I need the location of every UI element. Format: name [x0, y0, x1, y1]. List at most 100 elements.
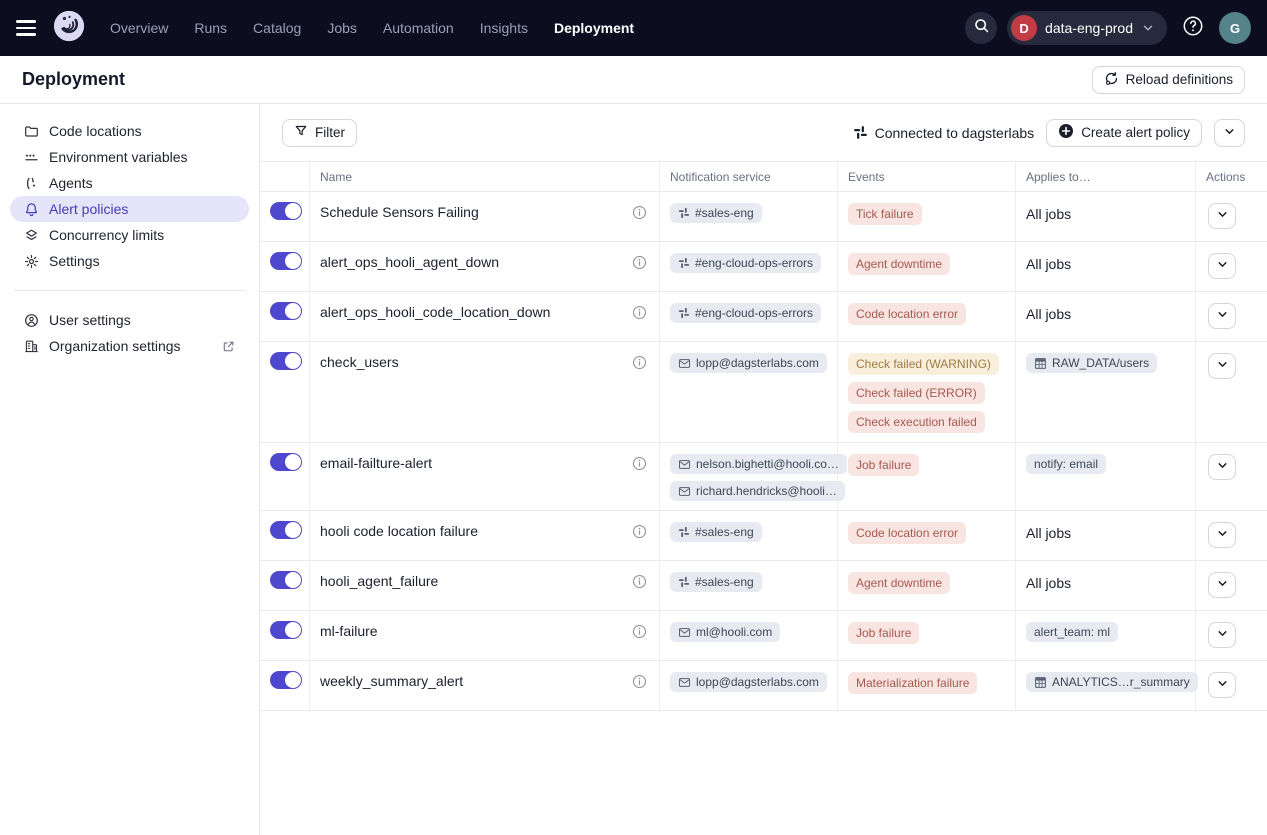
notification-tag: richard.hendricks@hooli… [670, 481, 845, 501]
org-badge: D [1011, 15, 1037, 41]
row-actions-button[interactable] [1208, 303, 1236, 329]
sidebar-item-organization-settings[interactable]: Organization settings [10, 333, 249, 359]
layers-icon [24, 228, 39, 243]
row-actions-button[interactable] [1208, 454, 1236, 480]
email-icon [678, 676, 691, 689]
sidebar-item-code-locations[interactable]: Code locations [10, 118, 249, 144]
slack-icon [678, 526, 690, 538]
toggle-knob [285, 353, 301, 369]
alert-enabled-toggle[interactable] [270, 571, 302, 589]
events: Tick failure [838, 192, 1016, 242]
chevron-down-icon [1216, 208, 1229, 224]
user-avatar[interactable]: G [1219, 12, 1251, 44]
alert-enabled-toggle[interactable] [270, 621, 302, 639]
alert-name: Schedule Sensors Failing [320, 204, 479, 220]
sidebar-item-alert-policies[interactable]: Alert policies [10, 196, 249, 222]
toggle-knob [285, 522, 301, 538]
nav-item-deployment[interactable]: Deployment [554, 20, 634, 36]
events: Agent downtime [838, 561, 1016, 611]
toggle-knob [285, 622, 301, 638]
sidebar-item-user-settings[interactable]: User settings [10, 307, 249, 333]
sidebar-item-settings[interactable]: Settings [10, 248, 249, 274]
event-badge: Code location error [848, 303, 966, 325]
filter-button[interactable]: Filter [282, 119, 357, 147]
help-icon [1182, 15, 1204, 42]
applies-to: All jobs [1016, 292, 1196, 342]
notification-label: nelson.bighetti@hooli.co… [696, 457, 839, 471]
events: Code location error [838, 292, 1016, 342]
info-icon[interactable] [632, 456, 647, 471]
row-actions-button[interactable] [1208, 253, 1236, 279]
info-icon[interactable] [632, 305, 647, 320]
alert-enabled-toggle[interactable] [270, 352, 302, 370]
alert-enabled-toggle[interactable] [270, 302, 302, 320]
row-actions-button[interactable] [1208, 572, 1236, 598]
alert-name: email-failture-alert [320, 455, 432, 471]
reload-definitions-button[interactable]: Reload definitions [1092, 66, 1245, 94]
info-icon[interactable] [632, 674, 647, 689]
info-icon[interactable] [632, 255, 647, 270]
info-icon[interactable] [632, 524, 647, 539]
primary-nav: Overview Runs Catalog Jobs Automation In… [110, 20, 634, 36]
table-row: alert_ops_hooli_agent_down#eng-cloud-ops… [260, 242, 1267, 292]
sidebar-item-concurrency-limits[interactable]: Concurrency limits [10, 222, 249, 248]
toggle-knob [285, 572, 301, 588]
alert-enabled-toggle[interactable] [270, 202, 302, 220]
event-badge: Agent downtime [848, 572, 950, 594]
alert-enabled-toggle[interactable] [270, 671, 302, 689]
alert-policy-menu-button[interactable] [1214, 119, 1245, 147]
row-actions-button[interactable] [1208, 522, 1236, 548]
notification-tag: #sales-eng [670, 522, 762, 542]
notification-services: #eng-cloud-ops-errors [660, 242, 838, 292]
dagster-logo[interactable] [52, 10, 88, 46]
row-actions-button[interactable] [1208, 672, 1236, 698]
applies-to: All jobs [1016, 192, 1196, 242]
sidebar-item-agents[interactable]: Agents [10, 170, 249, 196]
alert-enabled-toggle[interactable] [270, 521, 302, 539]
nav-item-catalog[interactable]: Catalog [253, 20, 301, 36]
deployment-sidebar: Code locations Environment variables Age… [0, 104, 260, 835]
alerts-toolbar: Filter Connected to dagsterlabs Create a… [260, 104, 1267, 161]
notification-tag: #eng-cloud-ops-errors [670, 253, 821, 273]
row-actions-button[interactable] [1208, 203, 1236, 229]
slack-icon [678, 257, 690, 269]
applies-to: All jobs [1016, 511, 1196, 561]
row-actions-button[interactable] [1208, 622, 1236, 648]
info-icon[interactable] [632, 624, 647, 639]
alert-enabled-toggle[interactable] [270, 453, 302, 471]
create-alert-policy-button[interactable]: Create alert policy [1046, 119, 1202, 147]
notification-tag: lopp@dagsterlabs.com [670, 353, 827, 373]
applies-to-label: ANALYTICS…r_summary [1052, 675, 1190, 689]
sidebar-item-label: Code locations [49, 123, 142, 139]
asset-table-icon [1034, 676, 1047, 689]
event-badge: Job failure [848, 622, 919, 644]
alert-enabled-toggle[interactable] [270, 252, 302, 270]
table-row: hooli code location failure#sales-engCod… [260, 511, 1267, 561]
chevron-down-icon [1216, 358, 1229, 374]
notification-services: #sales-eng [660, 192, 838, 242]
event-badge: Job failure [848, 454, 919, 476]
hamburger-menu-icon[interactable] [16, 16, 40, 40]
nav-item-overview[interactable]: Overview [110, 20, 168, 36]
chevron-down-icon [1216, 577, 1229, 593]
events: Agent downtime [838, 242, 1016, 292]
event-badge: Check failed (ERROR) [848, 382, 985, 404]
org-switcher[interactable]: D data-eng-prod [1007, 11, 1167, 45]
email-icon [678, 626, 691, 639]
nav-item-insights[interactable]: Insights [480, 20, 528, 36]
nav-item-jobs[interactable]: Jobs [327, 20, 357, 36]
nav-item-runs[interactable]: Runs [194, 20, 227, 36]
help-button[interactable] [1177, 12, 1209, 44]
info-icon[interactable] [632, 205, 647, 220]
info-icon[interactable] [632, 574, 647, 589]
toggle-knob [285, 203, 301, 219]
row-actions-button[interactable] [1208, 353, 1236, 379]
nav-item-automation[interactable]: Automation [383, 20, 454, 36]
top-nav: Overview Runs Catalog Jobs Automation In… [0, 0, 1267, 56]
email-icon [678, 357, 691, 370]
info-icon[interactable] [632, 355, 647, 370]
applies-to-value: All jobs [1026, 522, 1071, 541]
sidebar-item-environment-variables[interactable]: Environment variables [10, 144, 249, 170]
search-button[interactable] [965, 12, 997, 44]
alert-name: ml-failure [320, 623, 378, 639]
